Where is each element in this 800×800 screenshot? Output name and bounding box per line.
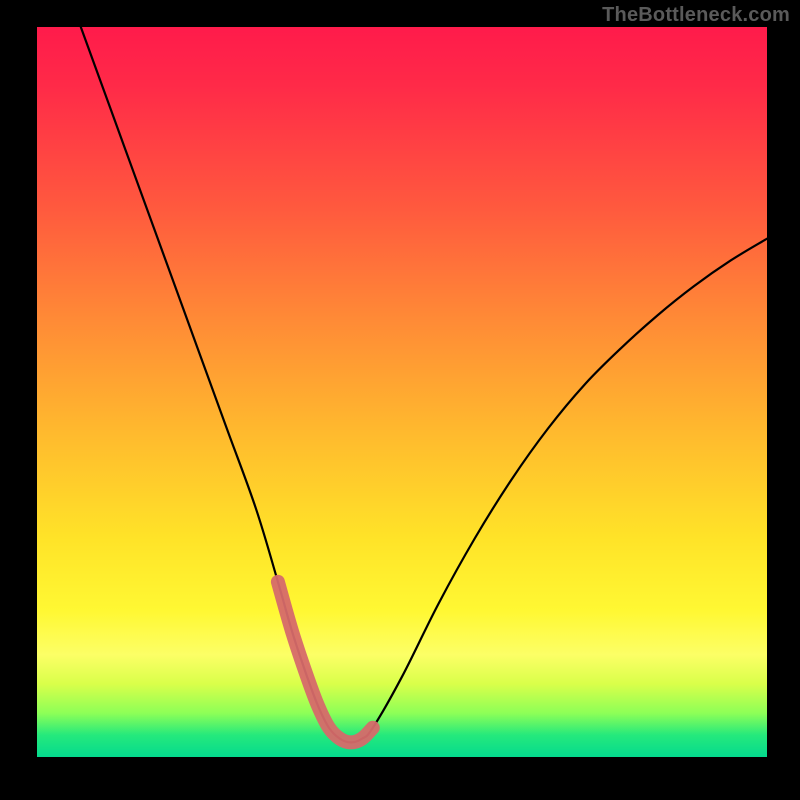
plot-area [37,27,767,757]
bottleneck-curve [81,27,767,742]
bottleneck-curve-highlight [278,582,373,743]
watermark-text: TheBottleneck.com [602,4,790,27]
curve-svg [37,27,767,757]
chart-canvas: TheBottleneck.com [0,0,800,800]
